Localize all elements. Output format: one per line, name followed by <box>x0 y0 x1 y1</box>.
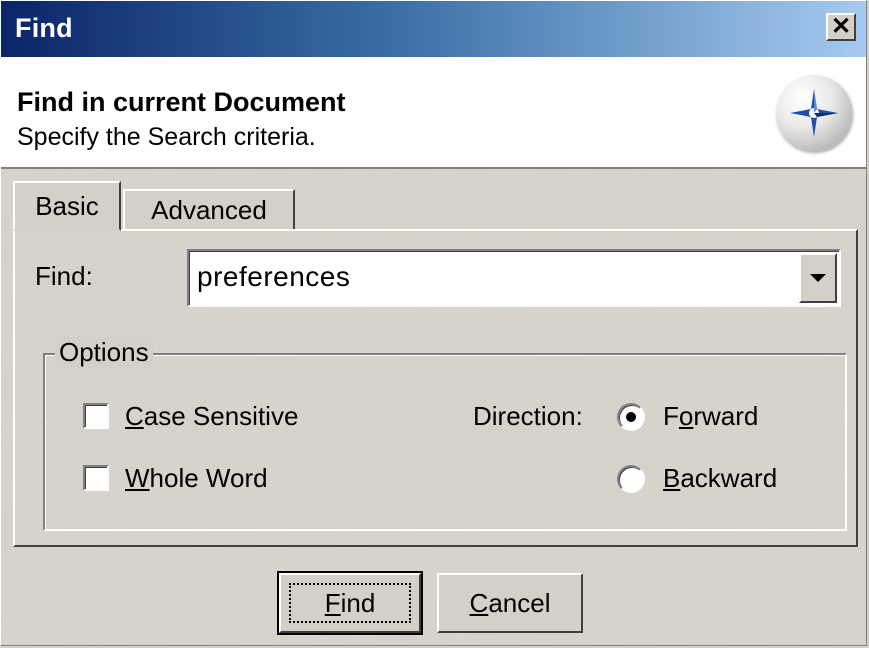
cancel-button-label: Cancel <box>470 588 551 619</box>
close-button[interactable]: ✕ <box>826 13 856 41</box>
backward-text-rest: ackward <box>680 463 778 493</box>
cancel-button[interactable]: Cancel <box>437 573 583 633</box>
find-button[interactable]: Find <box>277 571 423 635</box>
find-button-accel: F <box>324 587 341 618</box>
find-dialog: Find ✕ Find in current Document Specify … <box>0 0 867 646</box>
find-combobox[interactable]: preferences <box>187 249 841 307</box>
options-legend: Options <box>55 337 153 368</box>
case-sensitive-text: ase Sensitive <box>143 401 299 431</box>
find-button-label: Find <box>325 588 376 619</box>
case-sensitive-label[interactable]: Case Sensitive <box>125 401 298 432</box>
case-sensitive-checkbox[interactable] <box>83 403 109 429</box>
tab-panel-basic: Find: preferences Options Case Sensitive… <box>13 229 858 547</box>
direction-label: Direction: <box>473 401 583 431</box>
header-title: Find in current Document <box>17 87 346 117</box>
whole-word-accel: W <box>125 463 150 493</box>
title-bar[interactable]: Find ✕ <box>1 1 866 57</box>
tab-advanced[interactable]: Advanced <box>123 189 295 231</box>
find-label: Find: <box>35 261 93 291</box>
cancel-button-text: ancel <box>488 587 551 618</box>
cancel-button-accel: C <box>469 587 489 618</box>
find-button-text: ind <box>340 587 376 618</box>
backward-label[interactable]: Backward <box>663 463 777 494</box>
tab-basic-label: Basic <box>35 190 99 221</box>
tab-advanced-label: Advanced <box>151 194 267 225</box>
forward-text-rest: rward <box>693 401 759 431</box>
compass-star-icon-svg <box>790 89 838 137</box>
whole-word-label[interactable]: Whole Word <box>125 463 268 494</box>
forward-text-start: F <box>663 401 679 431</box>
whole-word-text: hole Word <box>149 463 268 493</box>
backward-accel: B <box>663 463 681 493</box>
header-subtitle: Specify the Search criteria. <box>17 123 316 151</box>
close-icon: ✕ <box>830 13 852 40</box>
case-sensitive-accel: C <box>125 401 144 431</box>
find-dropdown-button[interactable] <box>799 253 837 303</box>
chevron-down-icon <box>810 274 826 282</box>
radio-selected-dot <box>626 412 636 422</box>
tab-basic[interactable]: Basic <box>13 181 121 231</box>
forward-radio[interactable] <box>617 403 645 431</box>
forward-label[interactable]: Forward <box>663 401 758 432</box>
dialog-header: Find in current Document Specify the Sea… <box>1 57 866 169</box>
window-title: Find <box>15 13 73 43</box>
find-input-value[interactable]: preferences <box>197 261 350 293</box>
compass-star-icon <box>776 75 852 151</box>
forward-accel: o <box>678 401 694 431</box>
options-group: Options Case Sensitive Whole Word Direct… <box>43 337 847 531</box>
whole-word-checkbox[interactable] <box>83 465 109 491</box>
backward-radio[interactable] <box>617 465 645 493</box>
